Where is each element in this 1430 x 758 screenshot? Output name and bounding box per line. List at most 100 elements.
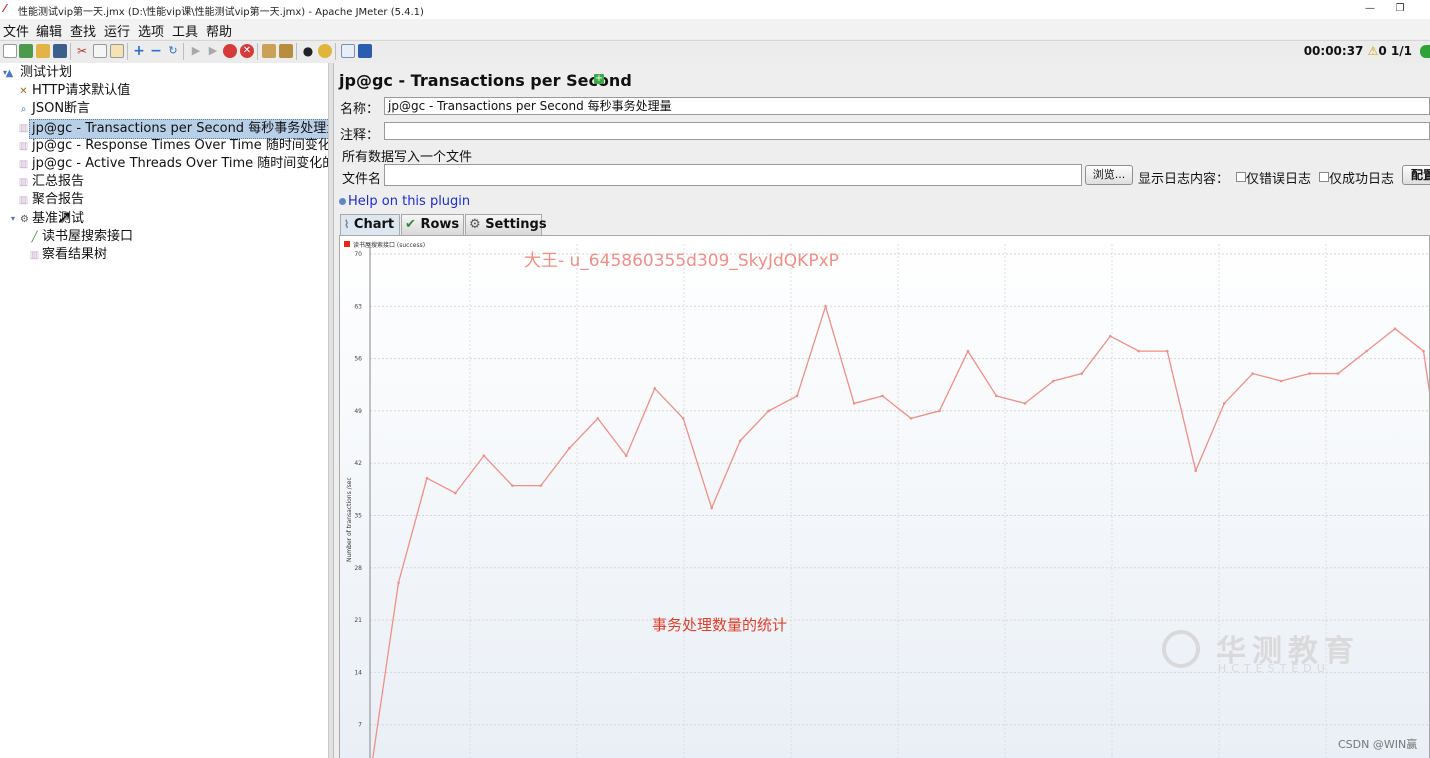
data-point — [1365, 349, 1368, 353]
name-field[interactable]: jp@gc - Transactions per Second 每秒事务处理量 — [384, 97, 1430, 115]
tree-item-label: jp@gc - Response Times Over Time 随时间变化响 — [32, 137, 329, 153]
clear-all-icon[interactable] — [279, 44, 293, 58]
menu-tools[interactable]: 工具 — [172, 21, 198, 40]
collapse-all-icon[interactable]: − — [149, 44, 163, 58]
settings-gear-icon: ⚙ — [469, 217, 481, 232]
expand-panel-icon[interactable]: + — [594, 74, 604, 84]
tree-item-label: jp@gc - Transactions per Second 每秒事务处理量 — [29, 118, 328, 139]
tab-settings[interactable]: ⚙ Settings — [465, 214, 547, 235]
clear-icon[interactable] — [262, 44, 276, 58]
y-axis-label: Number of transactions /sec — [346, 477, 353, 562]
listener-icon: ▥ — [18, 195, 29, 207]
tree-item-label: jp@gc - Active Threads Over Time 随时间变化的活 — [32, 156, 329, 171]
tree-item[interactable]: ▾ ▲ 测试计划 — [0, 64, 328, 82]
tree-item[interactable]: ▥ 聚合报告 — [0, 191, 328, 209]
menu-run[interactable]: 运行 — [104, 21, 130, 40]
success-only-checkbox[interactable] — [1319, 172, 1329, 182]
chart-listener-icon: ▥ — [18, 159, 29, 170]
http-defaults-icon: ✕ — [19, 86, 28, 98]
data-point — [624, 454, 628, 458]
toolbar: ✂ + − ↻ ▶ ▶ ✕ ● 00:00:37 ⚠0 1/1 — [0, 40, 1430, 64]
elapsed-timer: 00:00:37 — [1303, 44, 1364, 58]
warning-count: 0 — [1378, 44, 1387, 58]
log-display-label: 显示日志内容： — [1138, 172, 1230, 187]
shutdown-icon[interactable]: ✕ — [240, 44, 254, 58]
data-point — [824, 305, 827, 308]
toolbar-separator — [183, 43, 184, 60]
function-helper-icon[interactable] — [341, 44, 355, 58]
tree-item-label: 汇总报告 — [32, 174, 85, 190]
data-point — [710, 506, 713, 510]
data-point — [1251, 372, 1254, 375]
menu-file[interactable]: 文件 — [3, 21, 29, 40]
tab-rows[interactable]: ✔ Rows — [401, 214, 464, 235]
help-icon[interactable] — [358, 44, 372, 58]
active-threads: 1/1 — [1390, 44, 1412, 58]
filename-field[interactable] — [384, 164, 1082, 186]
errors-only-checkbox[interactable] — [1236, 172, 1246, 182]
data-point — [653, 387, 657, 390]
tree-item[interactable]: ▥ 汇总报告 — [0, 173, 328, 191]
tree-item[interactable]: ✕ HTTP请求默认值 — [0, 82, 328, 100]
y-tick-label: 14 — [354, 669, 362, 676]
data-point — [767, 409, 770, 413]
restore-button[interactable]: ❐ — [1385, 2, 1415, 16]
test-plan-tree[interactable]: ▾ ▲ 测试计划 ✕ HTTP请求默认值 ⌕ JSON断言 ▥ jp@gc - Transact… — [0, 63, 329, 758]
tree-item[interactable]: ╱ 读书屋搜索接口 — [0, 228, 328, 246]
save-icon[interactable] — [53, 44, 67, 58]
expand-all-icon[interactable]: + — [132, 44, 146, 58]
menu-options[interactable]: 选项 — [138, 21, 164, 40]
help-link[interactable]: Help on this plugin — [348, 194, 470, 209]
y-tick-label: 7 — [358, 722, 362, 729]
thread-group-icon: ⚙ — [20, 213, 29, 225]
copy-icon[interactable] — [93, 44, 107, 58]
tree-expand-toggle-icon[interactable]: ▾ — [11, 210, 15, 228]
data-point — [568, 446, 571, 450]
start-no-pause-icon[interactable]: ▶ — [206, 44, 220, 58]
tree-item[interactable]: ▾ ⚙ 基准测试 — [0, 210, 328, 228]
tab-rows-label: Rows — [420, 217, 460, 232]
tps-chart: 7 14 21 28 35 42 49 56 63 70 读书屋搜索接口 (success) Nu… — [339, 235, 1430, 758]
menu-search[interactable]: 查找 — [70, 21, 96, 40]
minimize-button[interactable]: — — [1355, 2, 1385, 16]
tab-settings-label: Settings — [485, 217, 547, 232]
start-icon[interactable]: ▶ — [189, 44, 203, 58]
templates-icon[interactable] — [19, 44, 33, 58]
errors-only-label: 仅错误日志 — [1246, 172, 1312, 187]
tab-chart[interactable]: ⌇ Chart — [340, 214, 400, 235]
data-point — [397, 581, 400, 585]
menu-help[interactable]: 帮助 — [206, 21, 232, 40]
browse-button[interactable]: 浏览... — [1085, 165, 1133, 185]
open-icon[interactable] — [36, 44, 50, 58]
search-binoculars-icon[interactable]: ● — [301, 44, 315, 58]
data-point — [938, 409, 941, 413]
y-tick-label: 35 — [354, 513, 362, 520]
paste-icon[interactable] — [110, 44, 124, 58]
stop-icon[interactable] — [223, 44, 237, 58]
data-point — [681, 417, 685, 420]
toggle-icon[interactable]: ↻ — [166, 44, 180, 58]
cut-icon[interactable]: ✂ — [75, 44, 89, 58]
panel-title: jp@gc - Transactions per Second — [339, 71, 632, 90]
data-point — [738, 439, 742, 443]
warning-icon[interactable]: ⚠ — [1368, 44, 1379, 58]
tree-item[interactable]: ▥ jp@gc - Active Threads Over Time 随时间变化的… — [0, 155, 328, 173]
window-title: 性能测试vip第一天.jmx (D:\性能vip课\性能测试vip第一天.jmx… — [18, 7, 424, 18]
listener-panel: jp@gc - Transactions per Second + 名称： jp… — [334, 63, 1430, 758]
tree-item[interactable]: ▥ 察看结果树 — [0, 246, 328, 264]
configure-button[interactable]: 配置 — [1402, 165, 1430, 185]
menu-edit[interactable]: 编辑 — [36, 21, 62, 40]
tree-item[interactable]: ▥ jp@gc - Transactions per Second 每秒事务处理量 — [0, 118, 328, 139]
data-point — [1109, 334, 1112, 338]
new-icon[interactable] — [3, 44, 17, 58]
chart-background — [340, 236, 1429, 758]
reset-search-icon[interactable] — [318, 44, 332, 58]
tree-item[interactable]: ⌕ JSON断言 — [0, 100, 328, 118]
data-point — [1308, 372, 1311, 375]
data-point — [966, 349, 970, 353]
test-plan-icon: ▲ — [5, 68, 14, 79]
info-icon — [339, 198, 346, 205]
write-all-data-label: 所有数据写入一个文件 — [342, 150, 473, 165]
comment-field[interactable] — [384, 122, 1430, 140]
tree-item[interactable]: ▥ jp@gc - Response Times Over Time 随时间变化响 — [0, 137, 328, 155]
